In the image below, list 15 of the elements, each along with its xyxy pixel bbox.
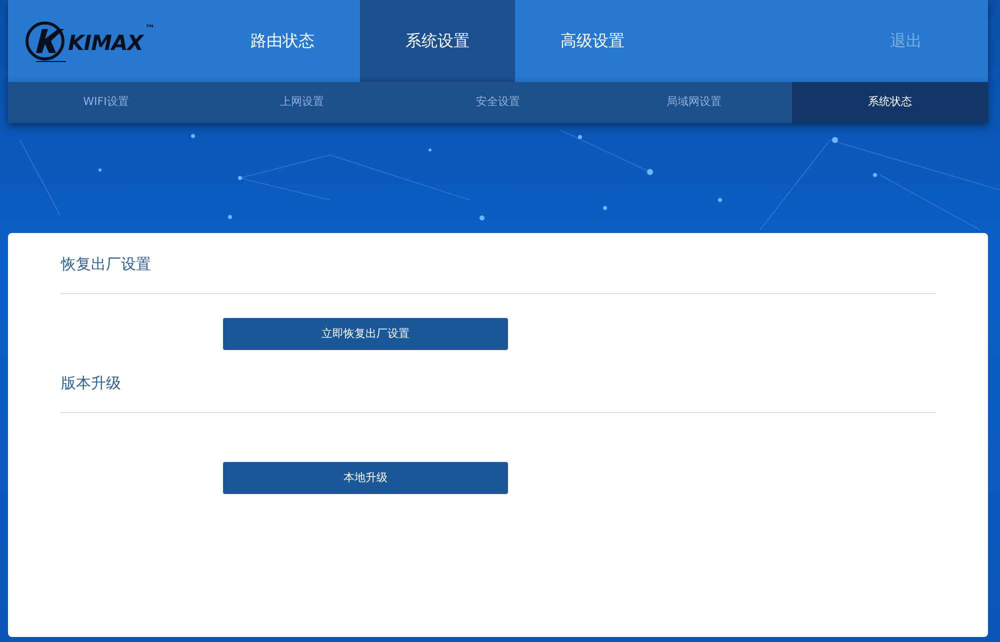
action-button[interactable]: 立即恢复出厂设置 [223, 318, 508, 350]
section-title: 恢复出厂设置 [61, 255, 151, 273]
sub-tab[interactable]: 上网设置 [204, 82, 400, 123]
k-logo-icon [24, 20, 66, 62]
brand-logo: KIMAX [68, 30, 143, 58]
sub-tab[interactable]: 局域网设置 [596, 82, 792, 123]
sub-tab[interactable]: WIFI设置 [8, 82, 204, 123]
trademark-symbol: ™ [144, 23, 155, 37]
sub-tab[interactable]: 安全设置 [400, 82, 596, 123]
main-tab[interactable]: 系统设置 [360, 0, 515, 82]
main-tab[interactable]: 路由状态 [205, 0, 360, 82]
sub-tab[interactable]: 系统状态 [792, 82, 988, 123]
section-title: 版本升级 [61, 374, 121, 392]
main-tab[interactable]: 高级设置 [515, 0, 670, 82]
action-button[interactable]: 本地升级 [223, 462, 508, 494]
